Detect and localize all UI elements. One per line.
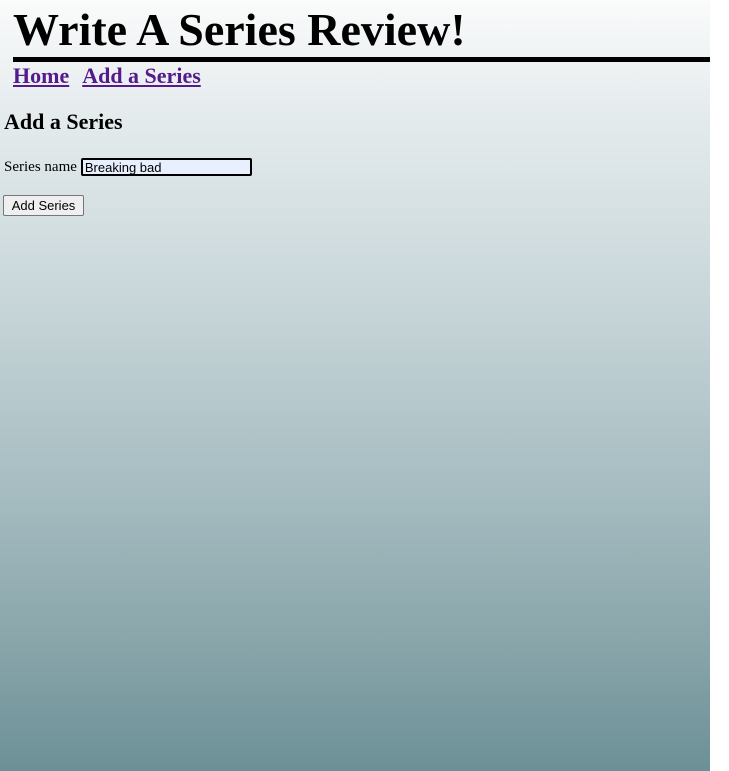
- series-name-row: Series name: [4, 156, 252, 178]
- series-name-input[interactable]: [80, 158, 252, 176]
- nav-link-home[interactable]: Home: [13, 63, 69, 88]
- series-name-label: Series name: [4, 158, 77, 175]
- add-series-button[interactable]: Add Series: [3, 195, 84, 216]
- main-nav: Home Add a Series: [13, 62, 214, 90]
- nav-link-add-series[interactable]: Add a Series: [82, 63, 201, 88]
- site-title: Write A Series Review!: [13, 4, 466, 55]
- page-background: Write A Series Review! Home Add a Series …: [0, 0, 710, 771]
- page-heading: Add a Series: [4, 109, 123, 134]
